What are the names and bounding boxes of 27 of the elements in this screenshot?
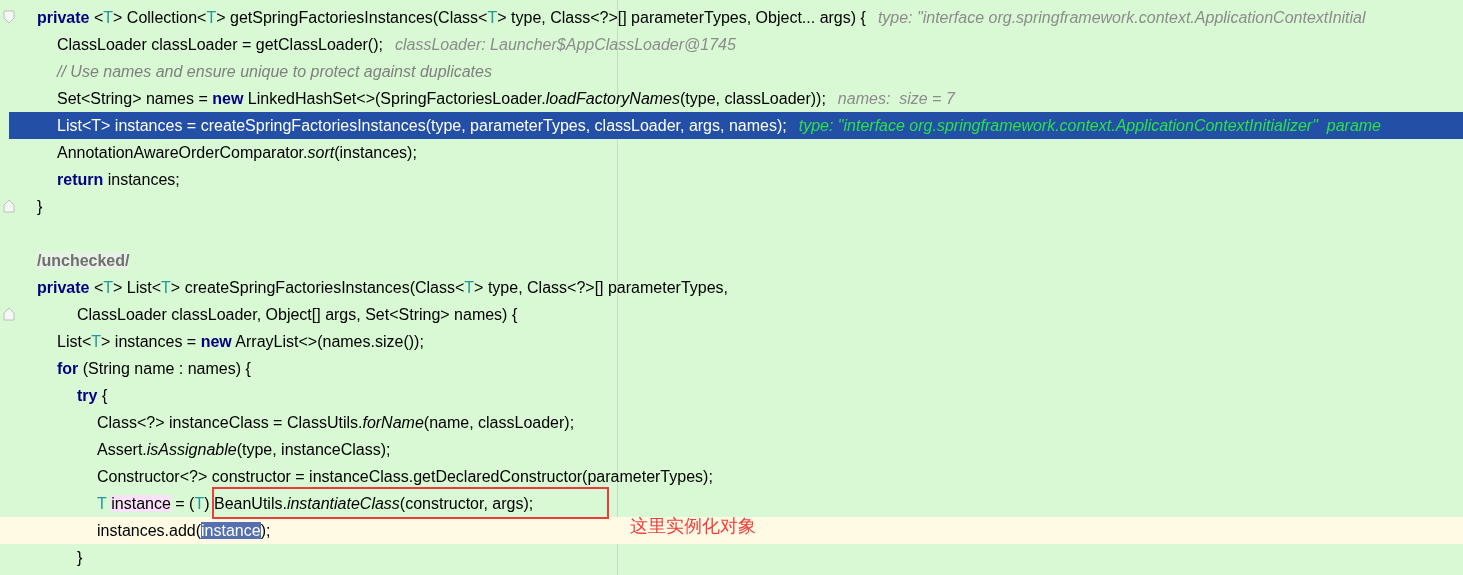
code-line: List<T> instances = createSpringFactoriesInstances(type, parameterTypes, classLoader, args, names); xyxy=(57,116,787,135)
code-line: } xyxy=(77,548,83,567)
code-line: Assert.isAssignable(type, instanceClass); xyxy=(97,440,391,459)
code-line: T instance = (T) BeanUtils.instantiateClass(constructor, args); xyxy=(97,494,534,513)
fold-marker-icon[interactable] xyxy=(3,199,15,213)
code-line: AnnotationAwareOrderComparator.sort(instances); xyxy=(57,143,417,162)
code-line: List<T> instances = new ArrayList<>(names.size()); xyxy=(57,332,424,351)
code-line: ClassLoader classLoader = getClassLoader(); xyxy=(57,35,383,54)
inline-value-hint: names: size = 7 xyxy=(837,89,955,108)
code-line: return instances; xyxy=(57,170,180,189)
code-line: Constructor<?> constructor = instanceClass.getDeclaredConstructor(parameterTypes); xyxy=(97,467,713,486)
inline-value-hint: type: "interface org.springframework.context.ApplicationContextInitializer" parame xyxy=(798,116,1381,135)
code-line: try { xyxy=(77,386,108,405)
code-line: instances.add(instance); xyxy=(97,521,271,540)
code-line: // Use names and ensure unique to protect against duplicates xyxy=(57,62,492,81)
code-line: Set<String> names = new LinkedHashSet<>(SpringFactoriesLoader.loadFactoryNames(type, classLoader)); xyxy=(57,89,826,108)
inline-value-hint: type: "interface org.springframework.context.ApplicationContextInitial xyxy=(877,8,1366,27)
code-line: private <T> List<T> createSpringFactoriesInstances(Class<T> type, Class<?>[] parameterTypes, xyxy=(37,278,728,297)
fold-marker-icon[interactable] xyxy=(3,307,15,321)
code-line: for (String name : names) { xyxy=(57,359,251,378)
callout-note: 这里实例化对象 xyxy=(630,514,756,538)
inline-value-hint: classLoader: Launcher$AppClassLoader@1745 xyxy=(394,35,736,54)
code-line: ClassLoader classLoader, Object[] args, Set<String> names) { xyxy=(77,305,518,324)
fold-marker-icon[interactable] xyxy=(3,10,15,24)
code-line: Class<?> instanceClass = ClassUtils.forName(name, classLoader); xyxy=(97,413,575,432)
code-line: } xyxy=(37,197,43,216)
code-line: private <T> Collection<T> getSpringFactoriesInstances(Class<T> type, Class<?>[] parameterTypes, Object... args) { xyxy=(37,8,866,27)
